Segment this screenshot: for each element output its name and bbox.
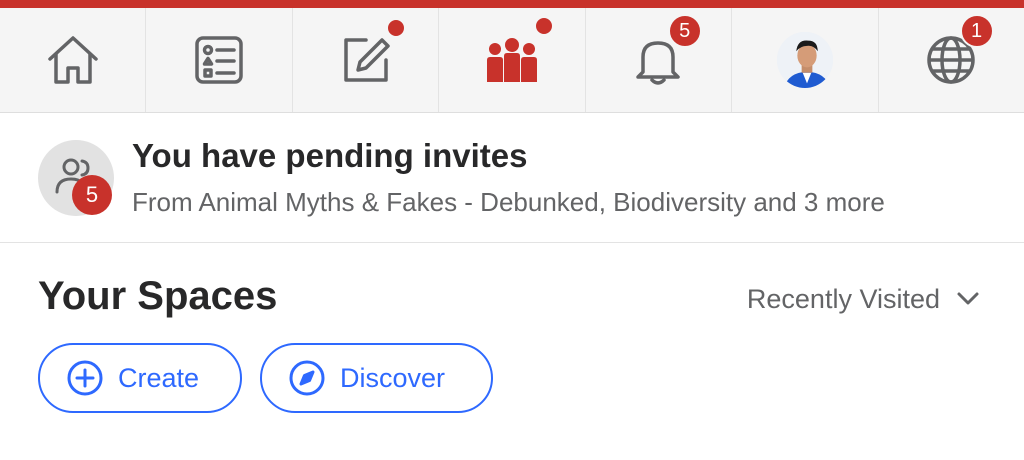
sort-dropdown[interactable]: Recently Visited [747,282,982,316]
nav-spaces[interactable] [439,8,586,112]
create-button-label: Create [118,362,200,393]
discover-button[interactable]: Discover [260,343,493,413]
nav-language[interactable]: 1 [879,8,1024,112]
plus-circle-icon [67,360,103,396]
nav-notifications[interactable]: 5 [586,8,733,112]
user-avatar-icon [776,32,833,88]
pending-invites-banner[interactable]: 5 You have pending invites From Animal M… [0,113,1024,243]
pencil-square-icon [343,38,390,82]
nav-profile[interactable] [732,8,879,112]
create-button[interactable]: Create [38,343,242,413]
brand-top-bar [0,0,1024,8]
avatar [776,32,833,88]
spaces-notification-dot [534,16,555,36]
language-count-badge: 1 [959,14,994,48]
answer-list-icon [195,36,243,84]
bottom-nav-bar: 5 1 [0,8,1024,113]
people-group-icon [486,38,537,82]
chevron-down-icon [957,292,979,305]
nav-answer[interactable] [146,8,407,112]
invite-title: You have pending invites [132,137,528,174]
discover-button-label: Discover [340,362,446,393]
invite-subtitle: From Animal Myths & Fakes - Debunked, Bi… [132,187,885,217]
compass-icon [289,360,325,396]
invite-count-badge: 5 [72,175,112,215]
nav-home[interactable] [0,8,147,112]
section-title: Your Spaces [38,274,278,318]
notifications-count-badge: 5 [667,14,702,48]
sort-label: Recently Visited [746,283,940,314]
nav-write[interactable] [293,8,440,112]
home-icon [47,36,98,84]
